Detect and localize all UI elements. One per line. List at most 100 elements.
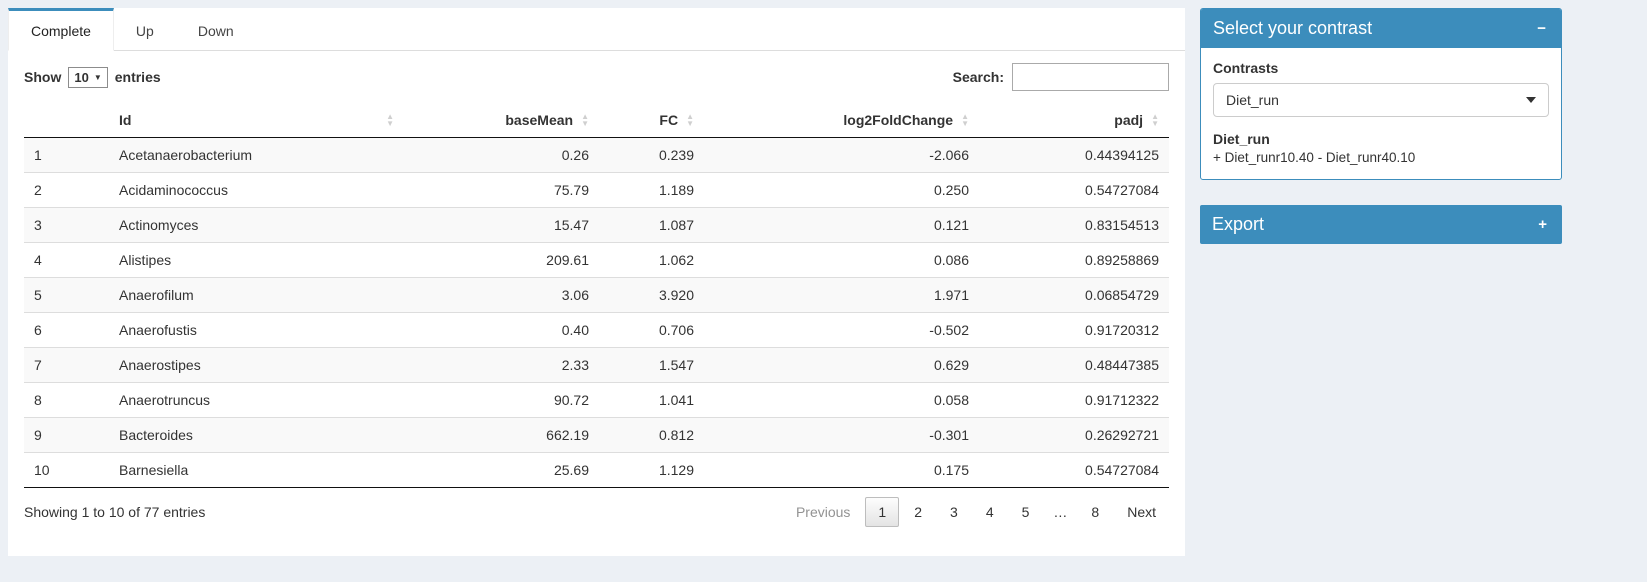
page-length-select[interactable]: 10 ▼ [68,67,107,88]
cell-basemean: 3.06 [404,278,599,313]
column-header-log2foldchange[interactable]: log2FoldChange ▲▼ [704,103,979,138]
select-caret-icon: ▼ [94,73,102,82]
table-row[interactable]: 6Anaerofustis0.400.706-0.5020.91720312 [24,313,1169,348]
cell-padj: 0.48447385 [979,348,1169,383]
pagination: Previous12345…8Next [781,497,1169,527]
table-row[interactable]: 1Acetanaerobacterium0.260.239-2.0660.443… [24,138,1169,173]
cell-num: 9 [24,418,109,453]
pagination-page-4[interactable]: 4 [973,497,1007,527]
cell-fc: 3.920 [599,278,704,313]
sort-icon: ▲▼ [961,113,969,127]
contrast-box-header[interactable]: Select your contrast − [1201,9,1561,48]
cell-basemean: 2.33 [404,348,599,383]
cell-padj: 0.54727084 [979,173,1169,208]
cell-log2foldchange: 0.175 [704,453,979,488]
cell-fc: 1.547 [599,348,704,383]
cell-log2foldchange: 0.121 [704,208,979,243]
cell-log2foldchange: -0.301 [704,418,979,453]
tab-complete[interactable]: Complete [8,8,114,51]
cell-padj: 0.91720312 [979,313,1169,348]
table-row[interactable]: 2Acidaminococcus75.791.1890.2500.5472708… [24,173,1169,208]
page-length-control: Show 10 ▼ entries [24,67,161,88]
page-length-value: 10 [74,70,88,85]
table-row[interactable]: 3Actinomyces15.471.0870.1210.83154513 [24,208,1169,243]
collapse-minus-icon[interactable]: − [1534,21,1549,36]
cell-log2foldchange: 0.058 [704,383,979,418]
column-header-label: Id [119,112,131,128]
table-row[interactable]: 10Barnesiella25.691.1290.1750.54727084 [24,453,1169,488]
contrast-description-formula: + Diet_runr10.40 - Diet_runr40.10 [1213,150,1549,165]
table-row[interactable]: 9Bacteroides662.190.812-0.3010.26292721 [24,418,1169,453]
length-label-prefix: Show [24,69,61,85]
column-header-id[interactable]: Id ▲▼ [109,103,404,138]
cell-num: 7 [24,348,109,383]
sort-icon: ▲▼ [581,113,589,127]
tab-down[interactable]: Down [176,8,256,51]
cell-fc: 1.041 [599,383,704,418]
column-header-label: baseMean [505,112,573,128]
cell-fc: 1.189 [599,173,704,208]
cell-basemean: 209.61 [404,243,599,278]
export-box-header[interactable]: Export + [1200,205,1562,244]
cell-num: 4 [24,243,109,278]
cell-id: Anaerofustis [109,313,404,348]
column-header-basemean[interactable]: baseMean ▲▼ [404,103,599,138]
contrast-description: Diet_run + Diet_runr10.40 - Diet_runr40.… [1213,131,1549,165]
table-info: Showing 1 to 10 of 77 entries [24,504,205,520]
results-table: Id ▲▼ baseMean ▲▼ FC [24,103,1169,488]
pagination-ellipsis: … [1044,497,1076,527]
sort-icon: ▲▼ [686,113,694,127]
column-header-label: padj [1114,112,1143,128]
cell-num: 8 [24,383,109,418]
contrast-selected-value: Diet_run [1226,92,1279,108]
pagination-page-1[interactable]: 1 [865,497,899,527]
length-label-suffix: entries [115,69,161,85]
cell-fc: 1.087 [599,208,704,243]
cell-padj: 0.54727084 [979,453,1169,488]
expand-plus-icon[interactable]: + [1535,217,1550,232]
cell-id: Anaerostipes [109,348,404,383]
tab-up[interactable]: Up [114,8,176,51]
column-header-index[interactable] [24,103,109,138]
pagination-page-3[interactable]: 3 [937,497,971,527]
cell-fc: 1.129 [599,453,704,488]
cell-id: Alistipes [109,243,404,278]
cell-num: 2 [24,173,109,208]
cell-id: Anaerotruncus [109,383,404,418]
cell-num: 1 [24,138,109,173]
export-box-title: Export [1212,214,1264,235]
contrast-description-title: Diet_run [1213,131,1549,147]
cell-basemean: 90.72 [404,383,599,418]
cell-log2foldchange: 1.971 [704,278,979,313]
pagination-page-5[interactable]: 5 [1009,497,1043,527]
cell-basemean: 25.69 [404,453,599,488]
search-control: Search: [953,63,1169,91]
export-box: Export + [1200,205,1562,244]
search-label: Search: [953,69,1004,85]
column-header-padj[interactable]: padj ▲▼ [979,103,1169,138]
cell-id: Acetanaerobacterium [109,138,404,173]
pagination-page-8[interactable]: 8 [1078,497,1112,527]
table-header-row: Id ▲▼ baseMean ▲▼ FC [24,103,1169,138]
table-row[interactable]: 7Anaerostipes2.331.5470.6290.48447385 [24,348,1169,383]
results-tab-bar: CompleteUpDown [8,8,1185,51]
pagination-next[interactable]: Next [1114,497,1169,527]
pagination-page-2[interactable]: 2 [901,497,935,527]
pagination-previous[interactable]: Previous [783,497,863,527]
contrast-select[interactable]: Diet_run [1213,83,1549,117]
cell-id: Acidaminococcus [109,173,404,208]
table-row[interactable]: 4Alistipes209.611.0620.0860.89258869 [24,243,1169,278]
results-card: CompleteUpDown Show 10 ▼ entries Search: [8,8,1185,556]
cell-id: Barnesiella [109,453,404,488]
table-row[interactable]: 5Anaerofilum3.063.9201.9710.06854729 [24,278,1169,313]
search-input[interactable] [1012,63,1169,91]
side-column: Select your contrast − Contrasts Diet_ru… [1200,8,1562,269]
cell-num: 10 [24,453,109,488]
column-header-fc[interactable]: FC ▲▼ [599,103,704,138]
table-footer: Showing 1 to 10 of 77 entries Previous12… [24,497,1169,527]
contrast-box-body: Contrasts Diet_run Diet_run + Diet_runr1… [1201,48,1561,179]
cell-fc: 0.706 [599,313,704,348]
sort-icon: ▲▼ [386,113,394,127]
cell-log2foldchange: -0.502 [704,313,979,348]
table-row[interactable]: 8Anaerotruncus90.721.0410.0580.91712322 [24,383,1169,418]
